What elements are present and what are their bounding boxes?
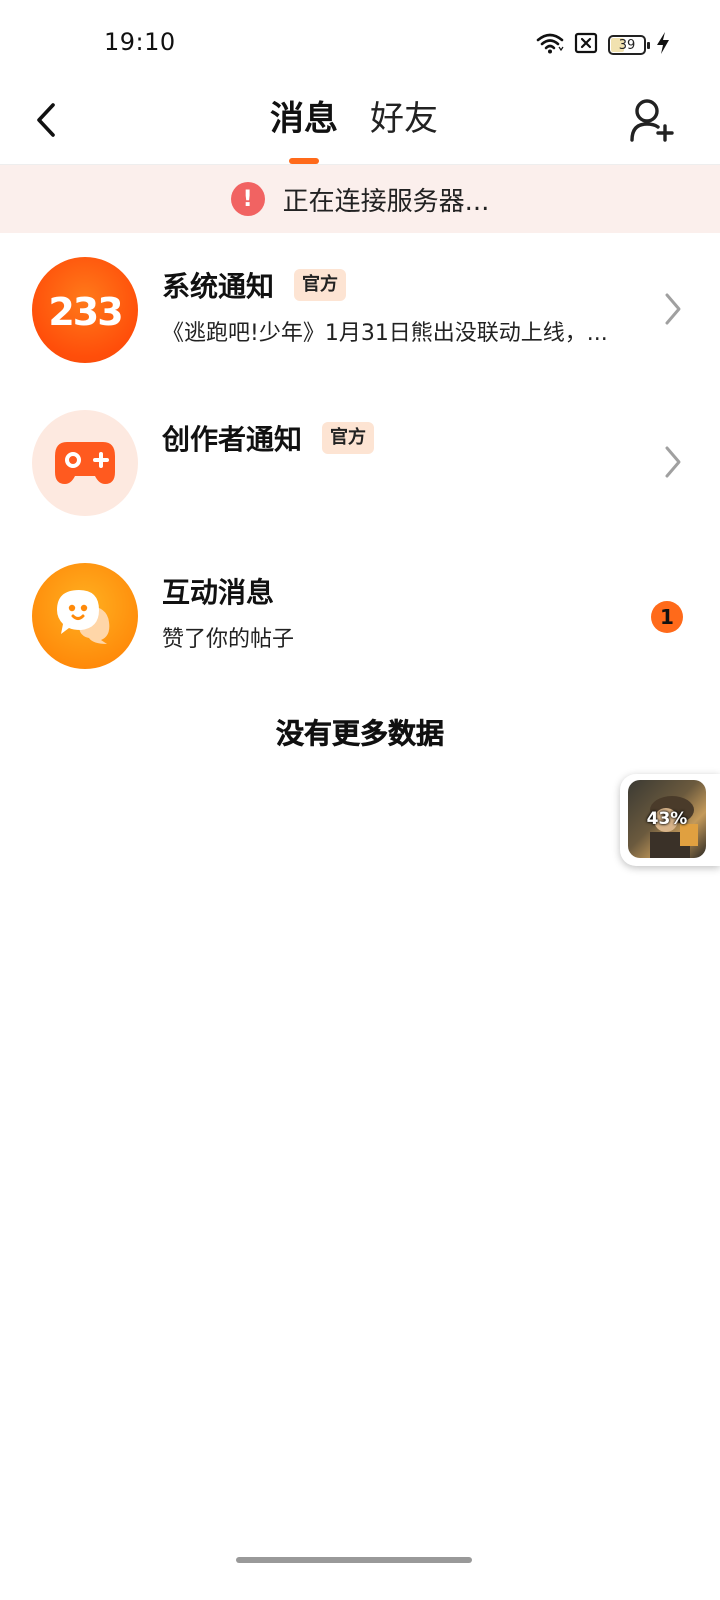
connection-status-banner: ! 正在连接服务器... xyxy=(0,165,720,233)
chevron-right-icon xyxy=(665,446,681,478)
tab-friends-label: 好友 xyxy=(370,99,438,139)
add-user-icon xyxy=(630,99,674,142)
charging-bolt-icon xyxy=(656,31,670,59)
home-indicator[interactable] xyxy=(236,1557,472,1563)
unread-count-badge: 1 xyxy=(651,601,683,633)
add-friend-button[interactable] xyxy=(628,96,676,144)
list-item-creator-notice[interactable]: 创作者通知 官方 xyxy=(0,386,720,539)
back-button[interactable] xyxy=(26,98,66,142)
tab-messages[interactable]: 消息 xyxy=(270,80,338,166)
item-title-row: 创作者通知 官方 xyxy=(162,418,375,458)
status-bar: 19:10 39 xyxy=(0,0,720,80)
item-title-row: 互动消息 xyxy=(162,571,274,611)
list-item-system-notice[interactable]: 233 系统通知 官方 《逃跑吧!少年》1月31日熊出没联动上线，... xyxy=(0,233,720,386)
status-icons: 39 xyxy=(536,30,670,60)
avatar-creator xyxy=(32,410,138,516)
item-title: 互动消息 xyxy=(162,576,275,609)
gamepad-icon xyxy=(55,442,115,484)
avatar-233-text: 233 xyxy=(48,290,121,334)
avatar-interactions xyxy=(32,563,138,669)
status-time: 19:10 xyxy=(104,28,176,56)
official-badge: 官方 xyxy=(294,269,347,301)
logo-233-icon: 233 xyxy=(48,290,123,334)
chevron-right-icon xyxy=(665,293,681,325)
item-preview: 《逃跑吧!少年》1月31日熊出没联动上线，... xyxy=(162,321,608,346)
item-title-row: 系统通知 官方 xyxy=(162,265,347,305)
exclamation-icon: ! xyxy=(230,182,265,216)
list-item-interactions[interactable]: 互动消息 赞了你的帖子 1 xyxy=(0,539,720,692)
official-badge: 官方 xyxy=(322,422,375,454)
battery-icon: 39 xyxy=(608,35,650,55)
tab-bar: 消息 好友 xyxy=(270,80,438,166)
connection-status-text: 正在连接服务器... xyxy=(282,186,490,217)
tab-messages-label: 消息 xyxy=(270,99,338,139)
item-preview: 赞了你的帖子 xyxy=(162,627,295,652)
avatar-233: 233 xyxy=(32,257,138,363)
list-end-text: 没有更多数据 xyxy=(275,717,445,751)
message-list: 233 系统通知 官方 《逃跑吧!少年》1月31日熊出没联动上线，... 创作者… xyxy=(0,233,720,692)
tab-friends[interactable]: 好友 xyxy=(370,80,438,166)
game-thumbnail: 43% xyxy=(628,780,706,858)
floating-progress-widget[interactable]: 43% xyxy=(620,774,720,866)
sim-disabled-icon xyxy=(574,32,598,58)
chevron-left-icon xyxy=(37,103,55,137)
chat-bubble-icon xyxy=(57,590,110,644)
item-title: 创作者通知 xyxy=(162,423,303,456)
battery-level: 39 xyxy=(618,37,636,53)
messages-screen: 19:10 39 消息 好友 ! 正在连接服务器... 233 系统通知 官方 … xyxy=(0,0,720,1600)
download-progress: 43% xyxy=(646,809,688,829)
wifi-icon xyxy=(536,32,564,58)
top-nav: 消息 好友 xyxy=(0,80,720,166)
item-title: 系统通知 xyxy=(162,270,275,303)
